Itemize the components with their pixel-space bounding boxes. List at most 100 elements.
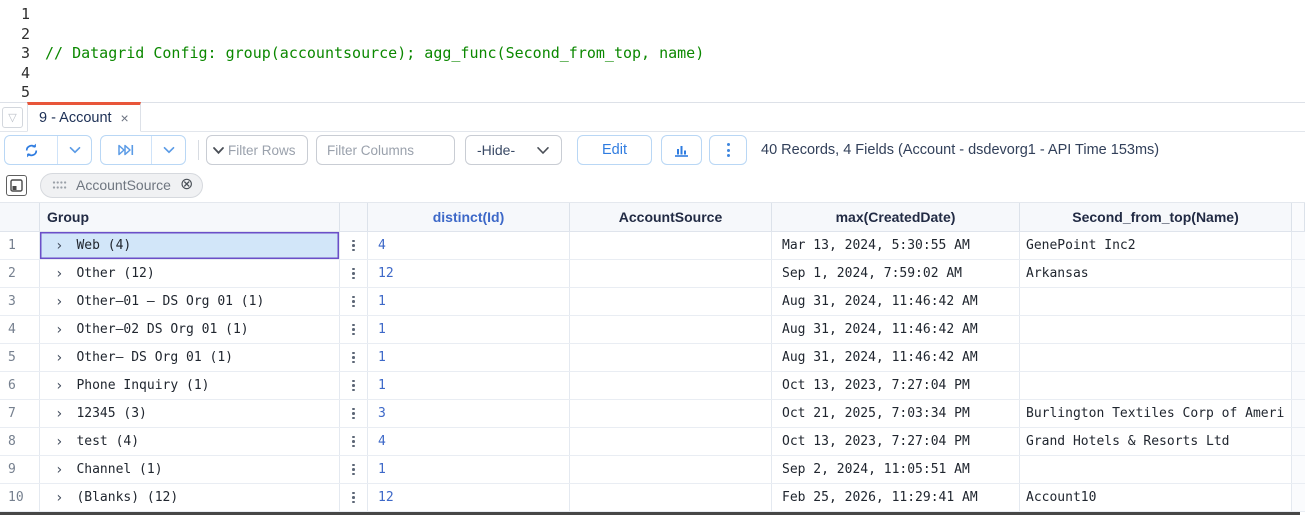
max-createddate-cell[interactable]: Mar 13, 2024, 5:30:55 AM: [772, 232, 1020, 259]
fetch-options-button[interactable]: [151, 136, 185, 164]
group-chip-accountsource[interactable]: AccountSource ⊗: [40, 173, 203, 198]
filter-columns-input[interactable]: [316, 135, 455, 165]
row-menu-button[interactable]: [340, 428, 368, 455]
expand-chevron-icon[interactable]: ›: [55, 294, 63, 310]
distinct-id-cell[interactable]: 1: [368, 344, 570, 371]
grid-toolbar: -Hide- Edit 40 Records, 4 Fields (Accoun…: [0, 132, 1305, 168]
expand-chevron-icon[interactable]: ›: [55, 406, 63, 422]
accountsource-cell[interactable]: [570, 344, 772, 371]
second-from-top-name-cell[interactable]: Arkansas: [1020, 260, 1292, 287]
filter-rows-input[interactable]: [228, 143, 302, 158]
tab-title: 9 - Account: [39, 110, 112, 126]
expand-chevron-icon[interactable]: ›: [55, 350, 63, 366]
distinct-id-cell[interactable]: 1: [368, 288, 570, 315]
refresh-button[interactable]: [5, 136, 57, 164]
second-from-top-name-cell[interactable]: [1020, 288, 1292, 315]
group-cell[interactable]: › Other–02 DS Org 01 (1): [40, 316, 340, 343]
second-from-top-name-cell[interactable]: GenePoint Inc2: [1020, 232, 1292, 259]
max-createddate-cell[interactable]: Oct 13, 2023, 7:27:04 PM: [772, 428, 1020, 455]
distinct-id-cell[interactable]: 4: [368, 428, 570, 455]
group-cell[interactable]: › Channel (1): [40, 456, 340, 483]
second-from-top-name-cell[interactable]: Account10: [1020, 484, 1292, 511]
max-createddate-cell[interactable]: Oct 21, 2025, 7:03:34 PM: [772, 400, 1020, 427]
row-menu-button[interactable]: [340, 372, 368, 399]
row-menu-button[interactable]: [340, 232, 368, 259]
second-from-top-name-cell[interactable]: [1020, 456, 1292, 483]
group-cell[interactable]: › 12345 (3): [40, 400, 340, 427]
accountsource-cell[interactable]: [570, 400, 772, 427]
expand-chevron-icon[interactable]: ›: [55, 462, 63, 478]
max-createddate-cell[interactable]: Sep 1, 2024, 7:59:02 AM: [772, 260, 1020, 287]
group-cell[interactable]: › (Blanks) (12): [40, 484, 340, 511]
second-from-top-name-cell[interactable]: [1020, 372, 1292, 399]
accountsource-cell[interactable]: [570, 484, 772, 511]
grid-bottom-scrollbar[interactable]: [0, 512, 1300, 515]
second-from-top-name-cell[interactable]: [1020, 316, 1292, 343]
edit-button[interactable]: Edit: [577, 135, 652, 165]
tab-9-account[interactable]: 9 - Account ×: [27, 102, 141, 132]
fetch-all-button[interactable]: [101, 136, 151, 164]
tab-close-icon[interactable]: ×: [121, 110, 129, 126]
remove-group-icon[interactable]: ⊗: [180, 177, 193, 193]
second-from-top-name-cell[interactable]: [1020, 344, 1292, 371]
filter-type-chevron-icon[interactable]: [212, 146, 225, 155]
row-menu-button[interactable]: [340, 260, 368, 287]
row-menu-button[interactable]: [340, 344, 368, 371]
group-cell[interactable]: › Phone Inquiry (1): [40, 372, 340, 399]
distinct-id-cell[interactable]: 1: [368, 316, 570, 343]
distinct-id-cell[interactable]: 1: [368, 372, 570, 399]
second-from-top-name-cell[interactable]: Grand Hotels & Resorts Ltd: [1020, 428, 1292, 455]
max-createddate-cell[interactable]: Aug 31, 2024, 11:46:42 AM: [772, 316, 1020, 343]
accountsource-cell[interactable]: [570, 428, 772, 455]
group-cell[interactable]: › Web (4): [40, 232, 340, 259]
hide-columns-select[interactable]: -Hide-: [465, 135, 562, 165]
distinct-id-cell[interactable]: 3: [368, 400, 570, 427]
max-createddate-cell[interactable]: Oct 13, 2023, 7:27:04 PM: [772, 372, 1020, 399]
group-cell[interactable]: › test (4): [40, 428, 340, 455]
expand-chevron-icon[interactable]: ›: [55, 266, 63, 282]
distinct-id-cell[interactable]: 12: [368, 484, 570, 511]
row-menu-button[interactable]: [340, 316, 368, 343]
panel-toggle-button[interactable]: [6, 175, 27, 196]
column-header-group[interactable]: Group: [40, 203, 340, 231]
max-createddate-cell[interactable]: Aug 31, 2024, 11:46:42 AM: [772, 288, 1020, 315]
row-menu-button[interactable]: [340, 400, 368, 427]
expand-chevron-icon[interactable]: ›: [55, 322, 63, 338]
group-cell[interactable]: › Other– DS Org 01 (1): [40, 344, 340, 371]
row-menu-button[interactable]: [340, 288, 368, 315]
distinct-id-cell[interactable]: 1: [368, 456, 570, 483]
collapse-editor-button[interactable]: ▽: [2, 107, 23, 128]
kebab-icon: [352, 436, 355, 448]
distinct-id-cell[interactable]: 4: [368, 232, 570, 259]
expand-chevron-icon[interactable]: ›: [55, 378, 63, 394]
kebab-icon: [352, 492, 355, 504]
accountsource-cell[interactable]: [570, 456, 772, 483]
max-createddate-cell[interactable]: Sep 2, 2024, 11:05:51 AM: [772, 456, 1020, 483]
more-options-button[interactable]: [709, 135, 747, 165]
drag-grip-icon[interactable]: [52, 180, 67, 190]
chart-button[interactable]: [661, 135, 702, 165]
column-header-distinct-id[interactable]: distinct(Id): [368, 203, 570, 231]
expand-chevron-icon[interactable]: ›: [55, 434, 63, 450]
distinct-id-cell[interactable]: 12: [368, 260, 570, 287]
refresh-options-button[interactable]: [57, 136, 91, 164]
editor-code[interactable]: // Datagrid Config: group(accountsource)…: [30, 5, 704, 102]
expand-chevron-icon[interactable]: ›: [55, 490, 63, 506]
column-header-accountsource[interactable]: AccountSource: [570, 203, 772, 231]
group-cell[interactable]: › Other (12): [40, 260, 340, 287]
row-menu-button[interactable]: [340, 456, 368, 483]
accountsource-cell[interactable]: [570, 372, 772, 399]
expand-chevron-icon[interactable]: ›: [55, 238, 63, 254]
accountsource-cell[interactable]: [570, 232, 772, 259]
max-createddate-cell[interactable]: Aug 31, 2024, 11:46:42 AM: [772, 344, 1020, 371]
accountsource-cell[interactable]: [570, 288, 772, 315]
accountsource-cell[interactable]: [570, 316, 772, 343]
max-createddate-cell[interactable]: Feb 25, 2026, 11:29:41 AM: [772, 484, 1020, 511]
query-editor[interactable]: 1 2 3 4 5 // Datagrid Config: group(acco…: [0, 0, 1305, 102]
column-header-second-from-top[interactable]: Second_from_top(Name): [1020, 203, 1292, 231]
group-cell[interactable]: › Other–01 – DS Org 01 (1): [40, 288, 340, 315]
column-header-max-createddate[interactable]: max(CreatedDate): [772, 203, 1020, 231]
second-from-top-name-cell[interactable]: Burlington Textiles Corp of Ameri: [1020, 400, 1292, 427]
row-menu-button[interactable]: [340, 484, 368, 511]
accountsource-cell[interactable]: [570, 260, 772, 287]
